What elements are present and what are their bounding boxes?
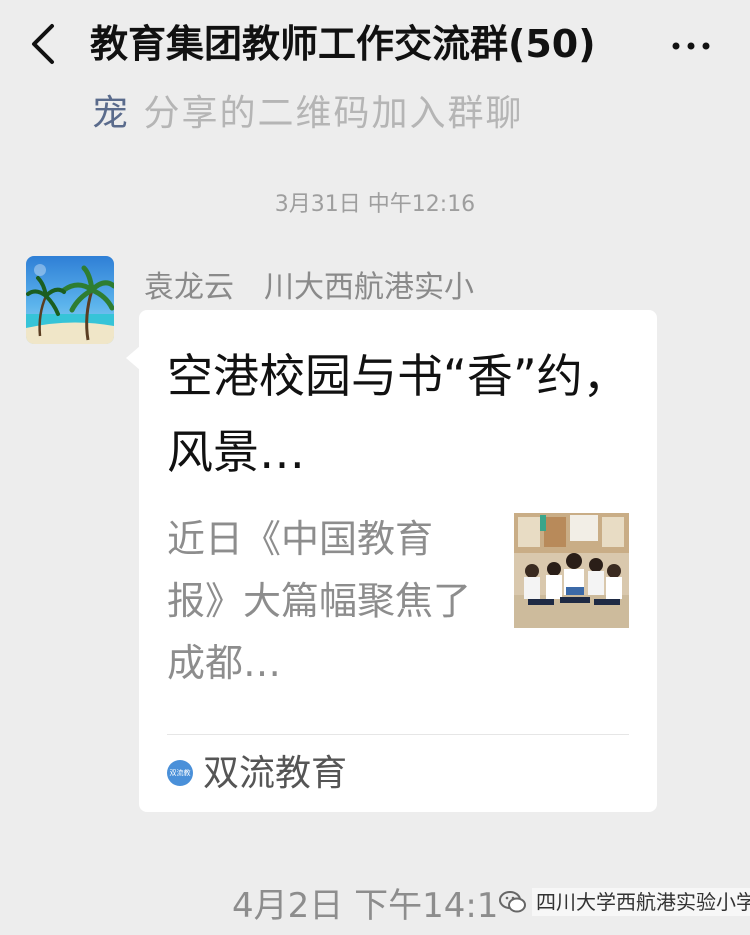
shared-article-card[interactable]: 空港校园与书“香”约，风景… 近日《中国教育报》大篇幅聚焦了成都… 双流教 双流… xyxy=(139,310,657,812)
article-thumbnail xyxy=(514,513,629,628)
wechat-official-account-icon xyxy=(498,888,528,916)
system-message-text: 分享的二维码加入群聊 xyxy=(143,93,524,130)
palm-beach-avatar-image xyxy=(26,256,114,344)
bubble-tail xyxy=(126,346,140,370)
sender-name: 袁龙云 xyxy=(144,270,234,305)
chevron-left-icon xyxy=(32,24,54,64)
article-title: 空港校园与书“香”约，风景… xyxy=(167,349,629,479)
sender-label: 袁龙云 川大西航港实小 xyxy=(144,262,474,306)
watermark-text: 四川大学西航港实验小学 xyxy=(532,888,750,916)
source-name: 双流教育 xyxy=(203,753,348,794)
students-reading-thumbnail-image xyxy=(514,513,629,628)
more-button[interactable] xyxy=(666,22,716,66)
system-message-first-char: 宠 xyxy=(92,93,131,130)
ellipsis-icon xyxy=(672,42,710,50)
article-description: 近日《中国教育报》大篇幅聚焦了成都… xyxy=(167,517,472,685)
system-message-clipped: 宠 分享的二维码加入群聊 xyxy=(92,88,692,130)
chat-header: 教育集团教师工作交流群(50) xyxy=(0,0,750,88)
source-logo-icon: 双流教育 xyxy=(167,760,193,786)
back-button[interactable] xyxy=(26,22,66,66)
timestamp: 3月31日 中午12:16 xyxy=(274,192,476,217)
sender-avatar[interactable] xyxy=(26,256,114,344)
chat-title: 教育集团教师工作交流群(50) xyxy=(90,22,596,66)
card-divider xyxy=(167,734,629,735)
timestamp: 4月2日 下午14:1 xyxy=(232,886,499,926)
sender-org: 川大西航港实小 xyxy=(264,270,474,305)
